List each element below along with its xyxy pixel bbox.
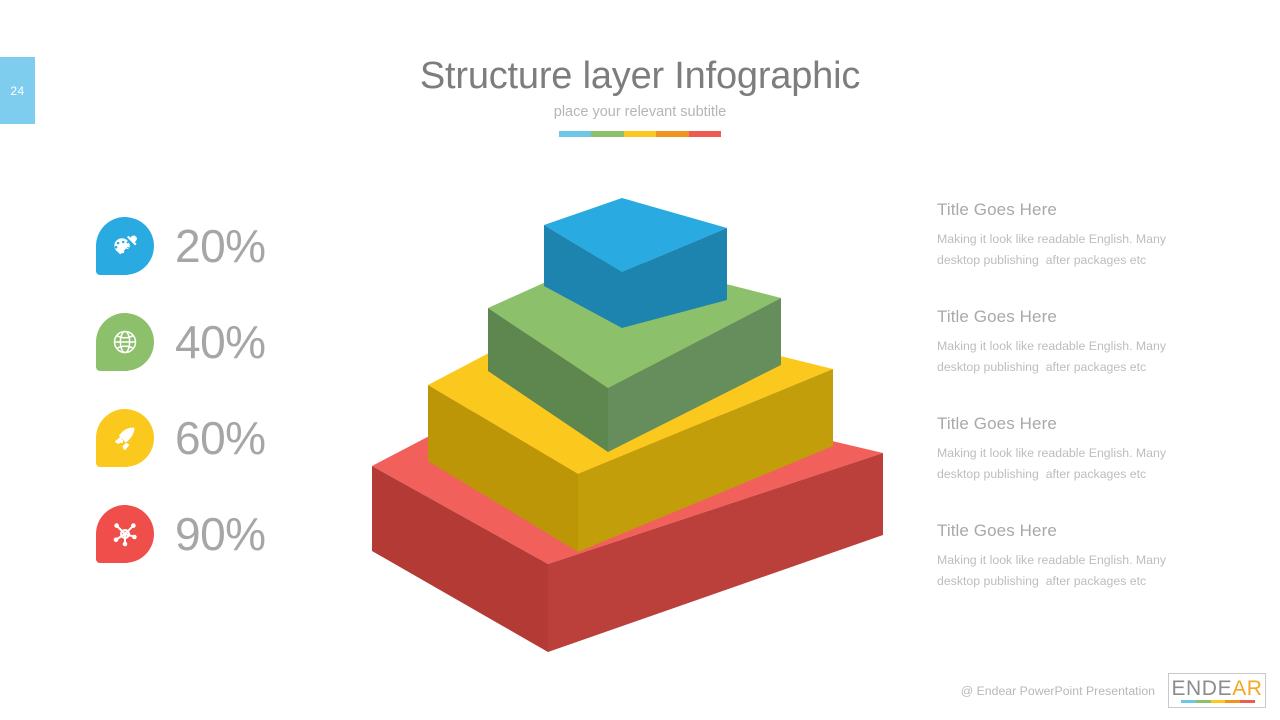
brand-underline-segment-3 xyxy=(1210,700,1226,703)
stat-value-label: 20% xyxy=(175,220,266,272)
divider-segment-3 xyxy=(623,131,657,137)
slide-footer: @ Endear PowerPoint Presentation ENDEAR xyxy=(961,673,1266,708)
divider-segment-5 xyxy=(688,131,722,137)
footer-credit-text: @ Endear PowerPoint Presentation xyxy=(960,683,1155,698)
description-column: Title Goes Here Making it look like read… xyxy=(937,198,1212,626)
text-block-4[interactable]: Title Goes Here Making it look like read… xyxy=(937,519,1212,626)
divider-segment-2 xyxy=(591,131,624,137)
brand-underline-segment-5 xyxy=(1240,700,1255,703)
brand-underline-bar xyxy=(1181,700,1255,703)
brand-wordmark-part2: AR xyxy=(1232,677,1263,700)
slide-header: Structure layer Infographic place your r… xyxy=(0,52,1280,137)
stat-row-2[interactable]: 40% xyxy=(96,294,326,390)
stat-value-label: 90% xyxy=(175,508,266,560)
block-body: Making it look like readable English. Ma… xyxy=(937,339,1170,374)
brand-underline-segment-1 xyxy=(1181,700,1196,703)
block-body: Making it look like readable English. Ma… xyxy=(937,232,1170,267)
page-title: Structure layer Infographic xyxy=(419,55,861,97)
stat-row-1[interactable]: 20% xyxy=(96,198,326,294)
layered-pyramid-chart xyxy=(360,180,900,670)
brand-underline-segment-4 xyxy=(1225,700,1241,703)
divider-segment-1 xyxy=(558,131,592,137)
block-body: Making it look like readable English. Ma… xyxy=(937,553,1170,588)
brand-logo[interactable]: ENDEAR xyxy=(1168,673,1266,708)
stats-column: 20% 40% 60% 90% xyxy=(96,198,326,582)
network-nodes-icon xyxy=(96,505,154,563)
stat-row-4[interactable]: 90% xyxy=(96,486,326,582)
text-block-3[interactable]: Title Goes Here Making it look like read… xyxy=(937,412,1212,519)
block-title: Title Goes Here xyxy=(937,307,1057,326)
brand-wordmark: ENDEAR xyxy=(1171,677,1262,701)
brand-wordmark-part1: ENDE xyxy=(1171,677,1233,700)
stat-value-label: 60% xyxy=(175,412,266,464)
page-subtitle: place your relevant subtitle xyxy=(553,104,727,120)
divider-segment-4 xyxy=(656,131,689,137)
text-block-1[interactable]: Title Goes Here Making it look like read… xyxy=(937,198,1212,305)
color-divider-bar xyxy=(558,131,722,137)
stat-value-label: 40% xyxy=(175,316,266,368)
block-title: Title Goes Here xyxy=(937,200,1057,219)
block-title: Title Goes Here xyxy=(937,414,1057,433)
block-body: Making it look like readable English. Ma… xyxy=(937,446,1170,481)
brand-underline-segment-2 xyxy=(1195,700,1211,703)
globe-icon xyxy=(96,313,154,371)
palette-brush-icon xyxy=(96,217,154,275)
rocket-icon xyxy=(96,409,154,467)
block-title: Title Goes Here xyxy=(937,521,1057,540)
stat-row-3[interactable]: 60% xyxy=(96,390,326,486)
text-block-2[interactable]: Title Goes Here Making it look like read… xyxy=(937,305,1212,412)
